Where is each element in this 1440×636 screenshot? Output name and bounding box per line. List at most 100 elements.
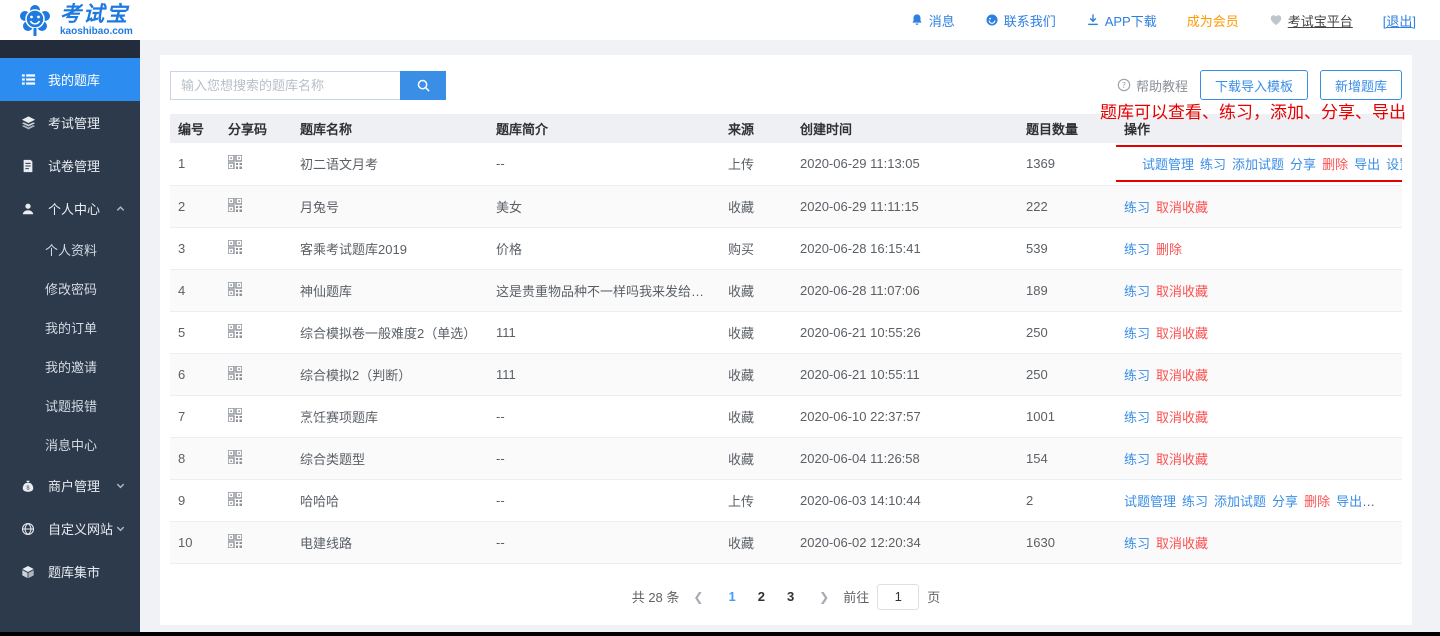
list-icon: [20, 72, 36, 87]
op-link[interactable]: 试题管理: [1124, 494, 1176, 509]
op-link[interactable]: 练习: [1124, 536, 1150, 551]
sidebar-item[interactable]: 题库集市: [0, 550, 140, 593]
cell-created-time: 2020-06-21 10:55:26: [792, 311, 1018, 353]
cell-share-code: [220, 185, 292, 227]
page-number[interactable]: 3: [784, 589, 797, 604]
cell-bank-name: 客乘考试题库2019: [292, 227, 488, 269]
op-link[interactable]: 删除: [1304, 494, 1330, 509]
sidebar-item[interactable]: $商户管理: [0, 464, 140, 507]
op-link[interactable]: 导出: [1336, 494, 1362, 509]
op-link[interactable]: 取消收藏: [1156, 410, 1208, 425]
download-template-button[interactable]: 下载导入模板: [1200, 70, 1308, 100]
qr-code-icon[interactable]: [228, 450, 242, 464]
sidebar-item[interactable]: 个人资料: [0, 230, 140, 269]
sidebar-item[interactable]: 消息中心: [0, 425, 140, 464]
search-button[interactable]: [400, 71, 446, 100]
cell-intro: --: [488, 143, 720, 185]
sidebar-item[interactable]: 试卷管理: [0, 144, 140, 187]
sidebar-item-label: 自定义网站: [48, 519, 113, 538]
sidebar-item[interactable]: 我的邀请: [0, 347, 140, 386]
cell-share-code: [220, 227, 292, 269]
op-link[interactable]: 试题管理: [1142, 154, 1194, 173]
sidebar: 我的题库考试管理试卷管理个人中心个人资料修改密码我的订单我的邀请试题报错消息中心…: [0, 40, 140, 636]
topnav-item[interactable]: APP下载: [1086, 11, 1157, 30]
sidebar-item-label: 我的题库: [48, 70, 100, 89]
add-bank-button[interactable]: 新增题库: [1320, 70, 1402, 100]
sidebar-item[interactable]: 自定义网站: [0, 507, 140, 550]
op-link[interactable]: 删除: [1156, 242, 1182, 257]
cell-source: 上传: [720, 479, 792, 521]
qr-code-icon[interactable]: [228, 492, 242, 506]
op-link[interactable]: 添加试题: [1232, 154, 1284, 173]
search-input[interactable]: [170, 71, 400, 100]
sidebar-item-label: 个人中心: [48, 199, 100, 218]
cell-source: 收藏: [720, 185, 792, 227]
cell-created-time: 2020-06-04 11:26:58: [792, 437, 1018, 479]
op-link[interactable]: 练习: [1124, 326, 1150, 341]
next-page-arrow[interactable]: ❯: [819, 590, 829, 604]
op-link[interactable]: 导出: [1354, 154, 1380, 173]
qr-code-icon[interactable]: [228, 324, 242, 338]
op-link[interactable]: 练习: [1124, 368, 1150, 383]
qr-code-icon[interactable]: [228, 366, 242, 380]
chevron-down-icon[interactable]: [1400, 496, 1402, 507]
goto-page-input[interactable]: [877, 584, 919, 610]
op-link[interactable]: 取消收藏: [1156, 200, 1208, 215]
op-link[interactable]: 练习: [1124, 284, 1150, 299]
op-link[interactable]: 取消收藏: [1156, 326, 1208, 341]
cell-intro: 111: [488, 311, 720, 353]
op-link[interactable]: 练习: [1200, 154, 1226, 173]
chevron-down-icon: [115, 480, 126, 491]
op-link[interactable]: 练习: [1124, 452, 1150, 467]
op-link[interactable]: 分享: [1272, 494, 1298, 509]
op-link[interactable]: 取消收藏: [1156, 368, 1208, 383]
help-tutorial-link[interactable]: ? 帮助教程: [1117, 76, 1188, 95]
topnav-item[interactable]: 联系我们: [985, 11, 1056, 30]
cell-bank-name: 烹饪赛项题库: [292, 395, 488, 437]
op-link[interactable]: 练习: [1124, 410, 1150, 425]
sidebar-item[interactable]: 我的题库: [0, 58, 140, 101]
sidebar-item[interactable]: 考试管理: [0, 101, 140, 144]
goto-label: 前往: [843, 587, 869, 606]
op-link[interactable]: 练习: [1182, 494, 1208, 509]
topnav-item-label: 消息: [929, 11, 955, 30]
cell-share-code: [220, 311, 292, 353]
op-link[interactable]: 分享: [1290, 154, 1316, 173]
qr-code-icon[interactable]: [228, 408, 242, 422]
op-link[interactable]: 取消收藏: [1156, 536, 1208, 551]
qr-code-icon[interactable]: [228, 534, 242, 548]
op-link[interactable]: 练习: [1124, 200, 1150, 215]
sidebar-item[interactable]: 个人中心: [0, 187, 140, 230]
sidebar-item[interactable]: 修改密码: [0, 269, 140, 308]
topnav-item[interactable]: 成为会员: [1187, 11, 1239, 30]
cell-id: 1: [170, 143, 220, 185]
cell-operations: 练习取消收藏: [1116, 395, 1402, 437]
op-link[interactable]: 设置: [1386, 154, 1402, 173]
qr-code-icon[interactable]: [228, 155, 242, 169]
topnav-item[interactable]: 消息: [910, 11, 955, 30]
app-logo[interactable]: 考试宝 kaoshibao.com: [18, 3, 133, 37]
op-link[interactable]: 添加试题: [1214, 494, 1266, 509]
qr-code-icon[interactable]: [228, 282, 242, 296]
op-link[interactable]: 取消收藏: [1156, 284, 1208, 299]
qr-code-icon[interactable]: [228, 240, 242, 254]
sidebar-item-label: 商户管理: [48, 476, 100, 495]
topnav-item[interactable]: [退出]: [1383, 11, 1416, 30]
page-number[interactable]: 1: [725, 589, 738, 604]
sidebar-item[interactable]: 试题报错: [0, 386, 140, 425]
qr-code-icon[interactable]: [228, 198, 242, 212]
op-link[interactable]: 取消收藏: [1156, 452, 1208, 467]
page-number[interactable]: 2: [755, 589, 768, 604]
op-link[interactable]: 删除: [1322, 154, 1348, 173]
topnav-item-label: 成为会员: [1187, 11, 1239, 30]
cell-bank-name: 电建线路: [292, 521, 488, 563]
topnav-item[interactable]: 考试宝平台: [1269, 11, 1353, 30]
table-row: 9哈哈哈--上传2020-06-03 14:10:442试题管理练习添加试题分享…: [170, 479, 1402, 521]
cell-id: 8: [170, 437, 220, 479]
cell-source: 收藏: [720, 521, 792, 563]
prev-page-arrow[interactable]: ❮: [693, 590, 703, 604]
heart-icon: [1269, 13, 1283, 27]
sidebar-item-label: 考试管理: [48, 113, 100, 132]
sidebar-item[interactable]: 我的订单: [0, 308, 140, 347]
op-link[interactable]: 练习: [1124, 242, 1150, 257]
